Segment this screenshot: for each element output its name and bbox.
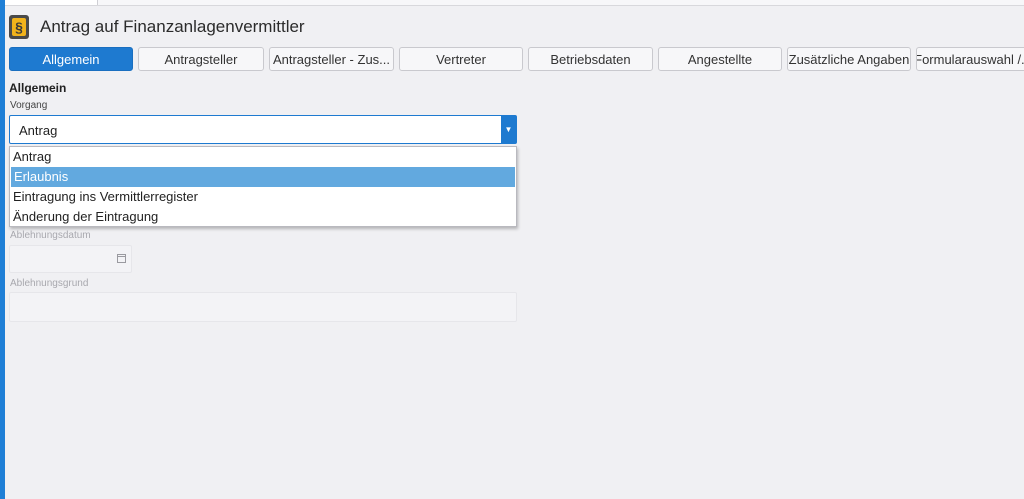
tab-allgemein[interactable]: Allgemein (9, 47, 133, 71)
tab-zusaetzliche-angaben[interactable]: Zusätzliche Angaben (787, 47, 911, 71)
dropdown-option-aenderung[interactable]: Änderung der Eintragung (10, 207, 516, 227)
tab-antragsteller-zusatz[interactable]: Antragsteller - Zus... (269, 47, 394, 71)
vorgang-dropdown-list: Antrag Erlaubnis Eintragung ins Vermittl… (9, 146, 517, 227)
paragraph-glyph: § (12, 18, 26, 36)
paragraph-icon: § (9, 15, 29, 39)
chevron-down-icon[interactable]: ▼ (501, 116, 516, 143)
tab-vertreter[interactable]: Vertreter (399, 47, 523, 71)
dropdown-option-erlaubnis[interactable]: Erlaubnis (11, 167, 515, 187)
ablehnungsdatum-label: Ablehnungsdatum (10, 230, 91, 241)
vorgang-select[interactable]: Antrag ▼ (9, 115, 517, 144)
page-title: Antrag auf Finanzanlagenvermittler (40, 17, 305, 36)
top-strip (5, 0, 1024, 6)
page-header: § Antrag auf Finanzanlagenvermittler (9, 14, 305, 40)
tab-formularauswahl[interactable]: Formularauswahl /... (916, 47, 1024, 71)
window-left-accent (0, 0, 5, 499)
ablehnungsgrund-field[interactable] (9, 292, 517, 322)
section-title: Allgemein (9, 81, 67, 95)
vorgang-label: Vorgang (10, 100, 48, 111)
dropdown-option-eintragung[interactable]: Eintragung ins Vermittlerregister (10, 187, 516, 207)
dropdown-option-antrag[interactable]: Antrag (10, 147, 516, 167)
calendar-icon[interactable] (117, 254, 126, 263)
tab-bar: Allgemein Antragsteller Antragsteller - … (9, 47, 1024, 71)
vorgang-select-value: Antrag (19, 123, 58, 138)
ablehnungsdatum-field[interactable] (9, 245, 132, 273)
tab-angestellte[interactable]: Angestellte (658, 47, 782, 71)
document-tab-stub[interactable] (5, 0, 98, 5)
tab-antragsteller[interactable]: Antragsteller (138, 47, 264, 71)
ablehnungsgrund-label: Ablehnungsgrund (10, 278, 89, 289)
tab-betriebsdaten[interactable]: Betriebsdaten (528, 47, 653, 71)
